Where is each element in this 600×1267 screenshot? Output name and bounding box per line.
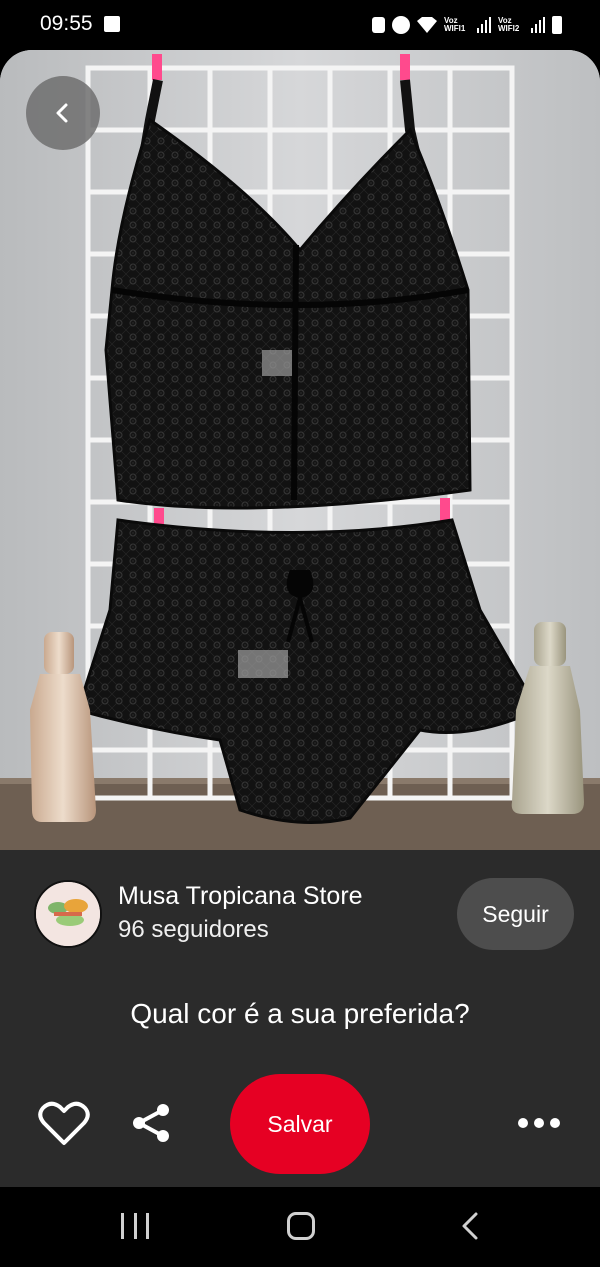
alarm-icon [392,16,410,34]
back-button[interactable] [26,76,100,150]
avatar[interactable] [34,880,102,948]
share-icon [133,1104,169,1142]
wifi-icon [417,17,437,33]
heart-icon [38,1101,90,1145]
store-logo-icon [36,882,100,946]
status-icons: Voz WIFI1 Voz WIFI2 [372,12,562,38]
battery-icon [552,16,562,34]
signal-icon [531,17,545,33]
system-nav-bar [0,1187,600,1267]
status-bar: 09:55 Voz WIFI1 Voz WIFI2 [0,0,600,50]
follow-button[interactable]: Seguir [457,878,574,950]
lock-icon [372,17,385,33]
pin-image[interactable] [0,50,600,850]
gallery-icon [104,16,120,32]
lingerie-photo [0,50,600,850]
pin-details: Musa Tropicana Store 96 seguidores Segui… [0,850,600,1187]
follower-count: 96 seguidores [118,916,269,943]
share-button[interactable] [130,1102,172,1144]
network-label-2: Voz WIFI2 [498,16,520,33]
save-button[interactable]: Salvar [230,1074,370,1174]
back-icon[interactable] [458,1211,482,1241]
like-button[interactable] [38,1101,90,1147]
recent-apps-icon[interactable] [121,1213,149,1239]
status-time: 09:55 [40,12,93,35]
network-label-1: Voz WIFI1 [444,16,466,33]
creator-name[interactable]: Musa Tropicana Store [118,882,363,911]
chevron-left-icon [56,103,68,123]
signal-icon [477,17,491,33]
pin-title: Qual cor é a sua preferida? [130,998,470,1029]
home-icon[interactable] [287,1212,315,1240]
more-horizontal-icon[interactable] [518,1112,562,1134]
